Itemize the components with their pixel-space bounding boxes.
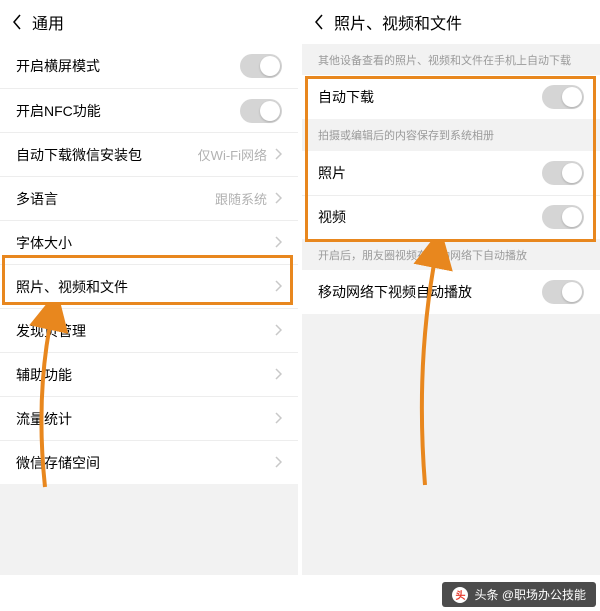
back-icon[interactable] — [12, 14, 22, 30]
page-title: 照片、视频和文件 — [334, 10, 462, 34]
row-label: 字体大小 — [16, 233, 275, 253]
right-pane: 照片、视频和文件 其他设备查看的照片、视频和文件在手机上自动下载 自动下载 拍摄… — [302, 0, 600, 575]
watermark-prefix: 头条 — [474, 588, 498, 602]
row-discover-mgmt[interactable]: 发现页管理 — [0, 308, 298, 352]
row-auto-download[interactable]: 自动下载 — [302, 75, 600, 119]
chevron-right-icon — [275, 411, 282, 427]
chevron-right-icon — [275, 191, 282, 207]
section-hint: 拍摄或编辑后的内容保存到系统相册 — [302, 119, 600, 150]
right-list-2: 照片 视频 — [302, 151, 600, 239]
row-label: 流量统计 — [16, 409, 275, 429]
chevron-right-icon — [275, 279, 282, 295]
section-hint: 开启后，朋友圈视频在移动网络下自动播放 — [302, 239, 600, 270]
row-label: 自动下载 — [318, 87, 542, 107]
row-storage[interactable]: 微信存储空间 — [0, 440, 298, 484]
toggle-switch[interactable] — [542, 280, 584, 304]
row-data-usage[interactable]: 流量统计 — [0, 396, 298, 440]
chevron-right-icon — [275, 323, 282, 339]
row-label: 视频 — [318, 207, 542, 227]
row-photos[interactable]: 照片 — [302, 151, 600, 195]
row-accessibility[interactable]: 辅助功能 — [0, 352, 298, 396]
row-label: 发现页管理 — [16, 321, 275, 341]
row-label: 照片 — [318, 163, 542, 183]
right-list-1: 自动下载 — [302, 75, 600, 119]
row-language[interactable]: 多语言跟随系统 — [0, 176, 298, 220]
row-label: 多语言 — [16, 189, 215, 209]
toutiao-logo-icon: 头 — [452, 587, 468, 603]
toggle-switch[interactable] — [240, 54, 282, 78]
back-icon[interactable] — [314, 14, 324, 30]
empty-space — [302, 314, 600, 575]
chevron-right-icon — [275, 147, 282, 163]
row-label: 照片、视频和文件 — [16, 277, 275, 297]
watermark-text: @职场办公技能 — [502, 588, 586, 602]
toggle-switch[interactable] — [542, 205, 584, 229]
row-autoplay-mobile[interactable]: 移动网络下视频自动播放 — [302, 270, 600, 314]
left-pane: 通用 开启横屏模式 开启NFC功能 自动下载微信安装包仅Wi-Fi网络 多语言跟… — [0, 0, 298, 575]
right-list-3: 移动网络下视频自动播放 — [302, 270, 600, 314]
row-photos-videos-files[interactable]: 照片、视频和文件 — [0, 264, 298, 308]
left-list: 开启横屏模式 开启NFC功能 自动下载微信安装包仅Wi-Fi网络 多语言跟随系统… — [0, 44, 298, 484]
watermark: 头 头条 @职场办公技能 — [442, 582, 596, 607]
row-label: 开启NFC功能 — [16, 101, 240, 121]
row-label: 微信存储空间 — [16, 453, 275, 473]
row-auto-download-pkg[interactable]: 自动下载微信安装包仅Wi-Fi网络 — [0, 132, 298, 176]
row-videos[interactable]: 视频 — [302, 195, 600, 239]
row-label: 移动网络下视频自动播放 — [318, 282, 542, 302]
toggle-switch[interactable] — [240, 99, 282, 123]
toggle-switch[interactable] — [542, 161, 584, 185]
row-value: 跟随系统 — [215, 189, 267, 208]
row-nfc[interactable]: 开启NFC功能 — [0, 88, 298, 132]
left-header: 通用 — [0, 0, 298, 44]
row-label: 辅助功能 — [16, 365, 275, 385]
right-header: 照片、视频和文件 — [302, 0, 600, 44]
empty-space — [0, 484, 298, 575]
row-value: 仅Wi-Fi网络 — [198, 145, 267, 164]
page-title: 通用 — [32, 10, 64, 34]
section-hint: 其他设备查看的照片、视频和文件在手机上自动下载 — [302, 44, 600, 75]
chevron-right-icon — [275, 367, 282, 383]
chevron-right-icon — [275, 455, 282, 471]
chevron-right-icon — [275, 235, 282, 251]
row-font-size[interactable]: 字体大小 — [0, 220, 298, 264]
row-landscape[interactable]: 开启横屏模式 — [0, 44, 298, 88]
toggle-switch[interactable] — [542, 85, 584, 109]
row-label: 开启横屏模式 — [16, 56, 240, 76]
row-label: 自动下载微信安装包 — [16, 145, 198, 165]
